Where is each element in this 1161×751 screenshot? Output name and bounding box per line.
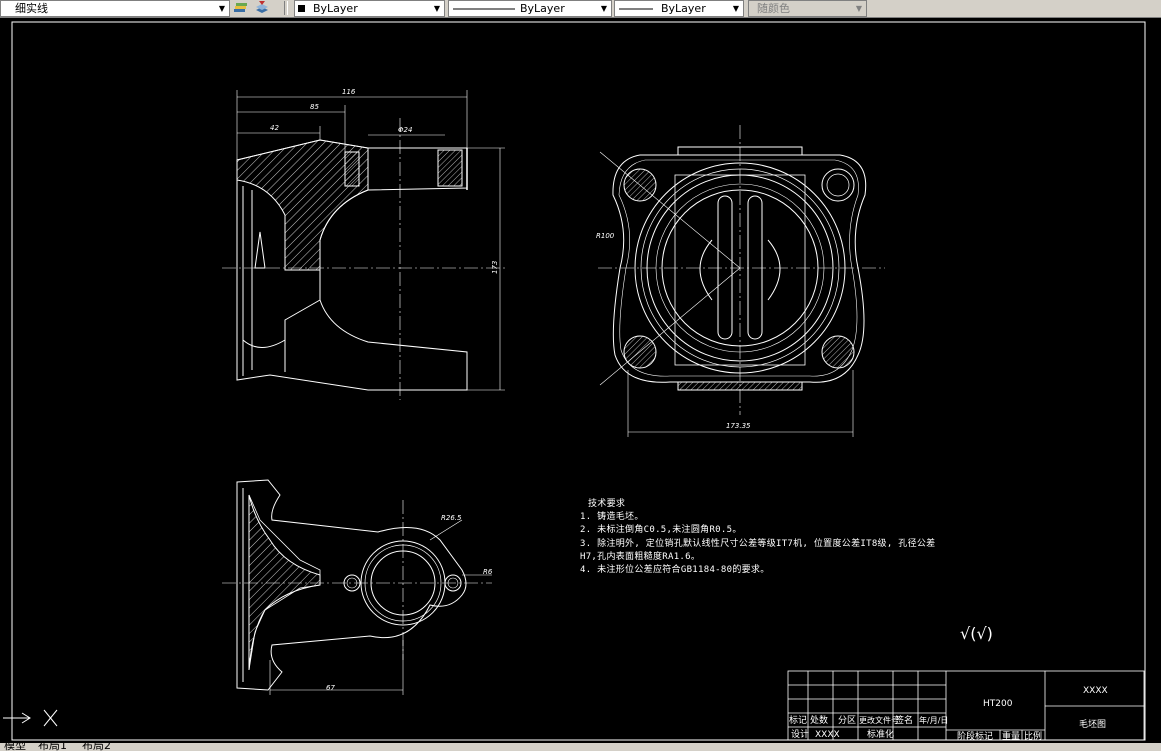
designer-value: XXXX <box>815 730 840 740</box>
linetype-combo[interactable]: ByLayer ▼ <box>448 0 612 17</box>
dim-width-view2: 173.35 <box>726 422 751 430</box>
title-block-header: 处数 <box>810 716 829 726</box>
properties-toolbar: 细实线 ▼ ByLayer ▼ ByLayer ▼ ByLayer ▼ 随颜色 … <box>0 0 1161 18</box>
dim-length-3: 42 <box>270 124 279 132</box>
tab-model[interactable]: 模型 <box>4 743 26 751</box>
chevron-down-icon[interactable]: ▼ <box>432 1 442 16</box>
lineweight-sample-icon <box>619 8 653 10</box>
linetype-sample-icon <box>453 8 515 10</box>
tab-layout2[interactable]: 布局2 <box>82 743 111 751</box>
requirement-item: 2. 未标注倒角C0.5,未注圆角R0.5。 <box>580 525 742 536</box>
title-block-header: 签名 <box>895 716 914 726</box>
title-block-header: 标记 <box>789 716 808 726</box>
chevron-down-icon[interactable]: ▼ <box>599 1 609 16</box>
standardization-label: 标准化 <box>867 730 895 740</box>
dim-diameter: Φ24 <box>398 126 412 134</box>
chevron-down-icon[interactable]: ▼ <box>731 1 741 16</box>
dim-length-2: 85 <box>310 103 319 111</box>
color-swatch <box>298 5 305 12</box>
toolbar-separator <box>284 1 288 15</box>
title-block-header: 更改文件号 <box>859 716 899 725</box>
company-text: XXXX <box>1083 686 1108 696</box>
requirement-item: 4. 未注形位公差应符合GB1184-80的要求。 <box>580 565 770 576</box>
layout-tabs: 模型 布局1 布局2 <box>0 743 1161 751</box>
technical-requirements: 技术要求 1. 铸造毛坯。 2. 未标注倒角C0.5,未注圆角R0.5。 3. … <box>580 498 935 577</box>
front-section-view <box>222 90 508 400</box>
layer-combo-value: 细实线 <box>15 2 48 15</box>
color-combo-value: ByLayer <box>313 2 358 15</box>
title-block-header: 分区 <box>838 716 857 726</box>
color-combo[interactable]: ByLayer ▼ <box>294 0 445 17</box>
dim-overall-length: 116 <box>342 88 356 96</box>
dim-radius-view2: R100 <box>596 232 615 240</box>
layer-previous-icon[interactable] <box>254 0 270 15</box>
requirement-item: 3. 除注明外, 定位销孔默认线性尺寸公差等级IT7机, 位置度公差IT8级, … <box>580 538 936 549</box>
ucs-icon <box>3 709 58 727</box>
chevron-down-icon[interactable]: ▼ <box>217 1 227 16</box>
plotstyle-combo-value: 随颜色 <box>757 2 790 15</box>
requirement-item: H7,孔内表面粗糙度RA1.6。 <box>580 551 701 562</box>
linetype-combo-value: ByLayer <box>520 2 565 15</box>
dim-radius-view3-b: R6 <box>483 568 493 576</box>
title-block-header: 年/月/日 <box>919 716 949 725</box>
layer-combo[interactable]: 细实线 ▼ <box>0 0 230 17</box>
scale-label: 比例 <box>1024 732 1043 742</box>
drawing-name-text: 毛坯图 <box>1079 720 1107 730</box>
stage-mark-label: 阶段标记 <box>957 732 994 742</box>
requirement-item: 1. 铸造毛坯。 <box>580 512 644 523</box>
end-view <box>598 125 885 437</box>
lineweight-combo[interactable]: ByLayer ▼ <box>614 0 744 17</box>
lineweight-combo-value: ByLayer <box>661 2 706 15</box>
weight-label: 重量 <box>1002 732 1021 742</box>
designer-label: 设计 <box>791 730 810 740</box>
surface-roughness-symbol: √(√) <box>960 624 993 643</box>
dim-height: 173 <box>491 261 499 274</box>
layer-states-icon[interactable] <box>232 0 248 15</box>
top-view <box>222 479 492 695</box>
dim-radius-view3-a: R26.5 <box>441 514 462 522</box>
dim-length-view3: 67 <box>326 684 335 692</box>
technical-requirements-title: 技术要求 <box>588 499 626 509</box>
plotstyle-combo: 随颜色 ▼ <box>748 0 867 17</box>
chevron-down-icon: ▼ <box>855 4 863 13</box>
tab-layout1[interactable]: 布局1 <box>38 743 67 751</box>
material-text: HT200 <box>983 699 1013 709</box>
